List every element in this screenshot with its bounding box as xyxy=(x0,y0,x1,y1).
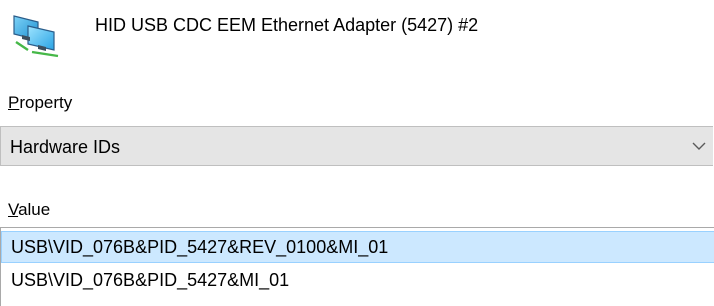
chevron-down-icon[interactable] xyxy=(691,137,707,155)
property-dropdown[interactable]: Hardware IDs xyxy=(0,126,713,166)
property-dropdown-value: Hardware IDs xyxy=(10,137,121,157)
property-label: Property xyxy=(8,93,72,113)
value-label: Value xyxy=(8,200,50,220)
list-item[interactable]: USB\VID_076B&PID_5427&MI_01 xyxy=(1,264,714,296)
value-label-mnemonic: V xyxy=(8,200,19,219)
list-item-selected[interactable]: USB\VID_076B&PID_5427&REV_0100&MI_01 xyxy=(1,231,714,263)
network-adapter-icon xyxy=(8,12,64,58)
device-name: HID USB CDC EEM Ethernet Adapter (5427) … xyxy=(95,15,479,35)
property-label-mnemonic: P xyxy=(8,93,20,112)
value-list[interactable]: USB\VID_076B&PID_5427&REV_0100&MI_01 USB… xyxy=(0,227,714,306)
property-label-text: roperty xyxy=(19,93,73,112)
value-label-text: alue xyxy=(18,200,51,219)
